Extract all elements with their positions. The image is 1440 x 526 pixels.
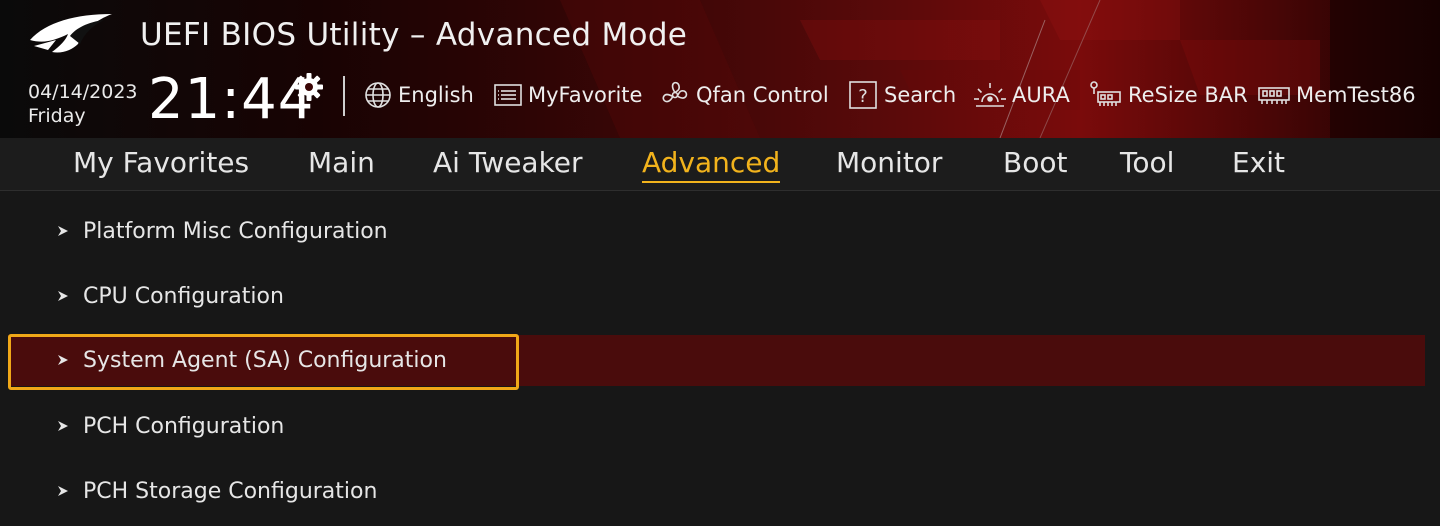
tab-tool[interactable]: Tool	[1120, 146, 1174, 181]
menu-item-system-agent[interactable]: System Agent (SA) Configuration	[0, 334, 1440, 390]
submenu-arrow-icon	[58, 355, 68, 365]
fan-icon	[662, 81, 688, 103]
memtest86-button[interactable]: MemTest86	[1256, 78, 1416, 112]
submenu-arrow-icon	[58, 486, 68, 496]
menu-item-platform-misc[interactable]: Platform Misc Configuration	[0, 206, 1440, 256]
tab-main[interactable]: Main	[308, 146, 375, 181]
resize-bar-button[interactable]: ReSize BAR	[1088, 78, 1248, 112]
tab-my-favorites[interactable]: My Favorites	[73, 146, 249, 181]
menu-item-label: PCH Configuration	[83, 413, 285, 439]
aura-light-icon	[974, 83, 1006, 107]
myfavorite-label: MyFavorite	[528, 83, 643, 107]
menu-item-pch-storage[interactable]: PCH Storage Configuration	[0, 466, 1440, 516]
submenu-arrow-icon	[58, 291, 68, 301]
tab-ai-tweaker[interactable]: Ai Tweaker	[433, 146, 583, 181]
menu-item-label: System Agent (SA) Configuration	[83, 347, 447, 373]
resize-bar-icon	[1090, 81, 1121, 106]
aura-label: AURA	[1012, 83, 1070, 107]
clock-time: 21:44	[148, 67, 315, 132]
menu-item-label: Platform Misc Configuration	[83, 218, 388, 244]
header-divider	[343, 76, 345, 116]
gear-icon[interactable]	[292, 70, 326, 104]
myfavorite-button[interactable]: MyFavorite	[492, 78, 642, 112]
tab-exit[interactable]: Exit	[1232, 146, 1285, 181]
language-button[interactable]: English	[362, 78, 474, 112]
tab-monitor[interactable]: Monitor	[836, 146, 942, 181]
tab-advanced[interactable]: Advanced	[642, 146, 781, 183]
submenu-arrow-icon	[58, 226, 68, 236]
globe-icon	[365, 82, 391, 108]
header-bar: UEFI BIOS Utility – Advanced Mode 04/14/…	[0, 0, 1440, 138]
favorite-list-icon	[494, 84, 522, 106]
date-text: 04/14/2023	[28, 81, 138, 103]
main-tab-bar: My Favorites Main Ai Tweaker Advanced Mo…	[0, 138, 1440, 191]
qfan-control-button[interactable]: Qfan Control	[658, 78, 829, 112]
question-box-icon: ?	[849, 81, 877, 109]
advanced-menu-list: Platform Misc Configuration CPU Configur…	[0, 192, 1440, 526]
memtest86-label: MemTest86	[1296, 83, 1416, 107]
qfan-control-label: Qfan Control	[696, 83, 829, 107]
memory-icon	[1258, 87, 1290, 104]
menu-item-label: PCH Storage Configuration	[83, 478, 378, 504]
svg-text:?: ?	[858, 86, 868, 107]
search-label: Search	[884, 83, 957, 107]
language-label: English	[398, 83, 474, 107]
rog-logo-icon	[30, 14, 112, 53]
submenu-arrow-icon	[58, 421, 68, 431]
menu-item-pch-configuration[interactable]: PCH Configuration	[0, 401, 1440, 451]
aura-button[interactable]: AURA	[972, 78, 1070, 112]
search-button[interactable]: ? Search	[848, 78, 956, 112]
menu-item-label: CPU Configuration	[83, 283, 284, 309]
date-display: 04/14/2023 Friday	[28, 80, 138, 128]
menu-item-cpu-configuration[interactable]: CPU Configuration	[0, 271, 1440, 321]
tab-boot[interactable]: Boot	[1003, 146, 1067, 181]
weekday-text: Friday	[28, 105, 86, 127]
page-title: UEFI BIOS Utility – Advanced Mode	[140, 17, 688, 53]
resize-bar-label: ReSize BAR	[1128, 83, 1248, 107]
